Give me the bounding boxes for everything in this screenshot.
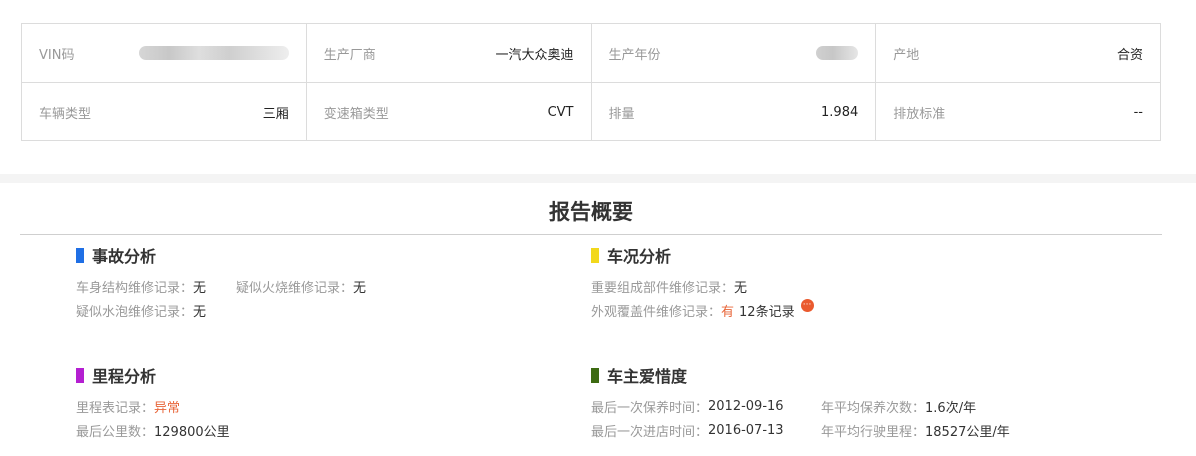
accident-title: 事故分析 [92,247,157,266]
more-details-icon[interactable]: ··· [800,298,814,312]
odometer-value: 异常 [154,400,181,416]
vehicle-type-label: 车辆类型 [39,106,92,122]
vin-label: VIN码 [39,47,75,63]
key-parts-value: 无 [734,280,748,296]
transmission-value: CVT [547,104,574,120]
avg-service-label: 年平均保养次数： [821,400,926,416]
mileage-heading: 里程分析 [76,364,230,386]
fire-value: 无 [353,280,367,296]
info-cell-displacement: 排量 1.984 [590,83,876,141]
key-parts-label: 重要组成部件维修记录： [591,280,735,296]
flood-label: 疑似水泡维修记录： [76,304,194,320]
info-cell-emission: 排放标准 -- [875,83,1160,141]
accident-section: 事故分析 车身结构维修记录： 无 疑似火烧维修记录： 无 疑似水泡维修记录： 无 [76,244,366,320]
body-structure-record: 车身结构维修记录： 无 [76,277,206,296]
last-mileage-label: 最后公里数： [76,424,155,440]
flood-record: 疑似水泡维修记录： 无 [76,301,206,320]
info-row-1: VIN码 生产厂商 一汽大众奥迪 生产年份 产地 合资 [22,24,1160,82]
last-service-label: 最后一次保养时间： [591,400,709,416]
last-mileage-value: 129800公里 [154,424,230,440]
mileage-title: 里程分析 [92,367,157,386]
last-service-value: 2012-09-16 [708,398,784,414]
vehicle-type-value: 三厢 [262,106,289,122]
emission-label: 排放标准 [893,106,946,122]
last-visit-label: 最后一次进店时间： [591,424,709,440]
care-section: 车主爱惜度 最后一次保养时间： 2012-09-16 年平均保养次数： 1.6次… [591,364,1010,440]
manufacturer-label: 生产厂商 [323,47,376,63]
condition-heading: 车况分析 [591,244,814,266]
year-redacted-value [816,46,859,60]
flood-value: 无 [193,304,207,320]
exterior-parts-record: 外观覆盖件维修记录： 有 12条记录 ··· [591,298,814,320]
info-cell-manufacturer: 生产厂商 一汽大众奥迪 [305,24,591,82]
body-structure-value: 无 [193,280,207,296]
info-cell-year: 生产年份 [590,24,876,82]
last-visit-value: 2016-07-13 [708,422,784,438]
last-mileage-record: 最后公里数： 129800公里 [76,421,230,440]
fire-record: 疑似火烧维修记录： 无 [236,277,366,296]
accident-marker [76,247,84,263]
avg-mileage-label: 年平均行驶里程： [821,424,926,440]
last-visit-record: 最后一次进店时间： 2016-07-13 [591,421,821,440]
exterior-parts-value: 有 [721,304,735,320]
vehicle-info-table: VIN码 生产厂商 一汽大众奥迪 生产年份 产地 合资 车辆类型 三厢 变速箱类… [21,23,1161,141]
key-parts-record: 重要组成部件维修记录： 无 [591,277,747,296]
year-label: 生产年份 [608,47,661,63]
condition-line-1: 重要组成部件维修记录： 无 [591,277,814,296]
odometer-record: 里程表记录： 异常 [76,397,180,416]
condition-marker [591,247,599,263]
origin-label: 产地 [893,47,920,63]
report-title-rule [20,234,1162,235]
condition-title: 车况分析 [607,247,672,266]
info-cell-transmission: 变速箱类型 CVT [305,83,591,141]
origin-value: 合资 [1116,47,1143,63]
body-structure-label: 车身结构维修记录： [76,280,194,296]
mileage-line-1: 里程表记录： 异常 [76,397,230,416]
fire-label: 疑似火烧维修记录： [236,280,354,296]
accident-line-2: 疑似水泡维修记录： 无 [76,301,366,320]
transmission-label: 变速箱类型 [323,106,389,122]
avg-mileage-value: 18527公里/年 [925,424,1010,440]
section-divider-band [0,174,1196,183]
vin-redacted-value [138,46,289,60]
exterior-parts-label: 外观覆盖件维修记录： [591,304,722,320]
exterior-parts-count-link[interactable]: 12条记录 [739,301,795,320]
care-heading: 车主爱惜度 [591,364,1010,386]
accident-line-1: 车身结构维修记录： 无 疑似火烧维修记录： 无 [76,277,366,296]
displacement-value: 1.984 [821,104,859,120]
condition-line-2: 外观覆盖件维修记录： 有 12条记录 ··· [591,298,814,320]
emission-value: -- [1133,104,1143,120]
care-line-2: 最后一次进店时间： 2016-07-13 年平均行驶里程： 18527公里/年 [591,421,1010,440]
last-service-record: 最后一次保养时间： 2012-09-16 [591,397,821,416]
info-cell-vin: VIN码 [22,24,306,82]
mileage-section: 里程分析 里程表记录： 异常 最后公里数： 129800公里 [76,364,230,440]
avg-service-record: 年平均保养次数： 1.6次/年 [821,397,976,416]
mileage-marker [76,367,84,383]
avg-service-value: 1.6次/年 [925,400,977,416]
info-cell-origin: 产地 合资 [875,24,1160,82]
care-line-1: 最后一次保养时间： 2012-09-16 年平均保养次数： 1.6次/年 [591,397,1010,416]
report-title: 报告概要 [549,200,633,224]
condition-section: 车况分析 重要组成部件维修记录： 无 外观覆盖件维修记录： 有 12条记录 ··… [591,244,814,320]
manufacturer-value: 一汽大众奥迪 [495,47,574,63]
displacement-label: 排量 [608,106,635,122]
care-marker [591,367,599,383]
mileage-line-2: 最后公里数： 129800公里 [76,421,230,440]
care-title: 车主爱惜度 [607,367,688,386]
info-row-2: 车辆类型 三厢 变速箱类型 CVT 排量 1.984 排放标准 -- [22,82,1160,141]
odometer-label: 里程表记录： [76,400,155,416]
info-cell-vehicle-type: 车辆类型 三厢 [22,83,306,141]
avg-mileage-record: 年平均行驶里程： 18527公里/年 [821,421,1010,440]
accident-heading: 事故分析 [76,244,366,266]
